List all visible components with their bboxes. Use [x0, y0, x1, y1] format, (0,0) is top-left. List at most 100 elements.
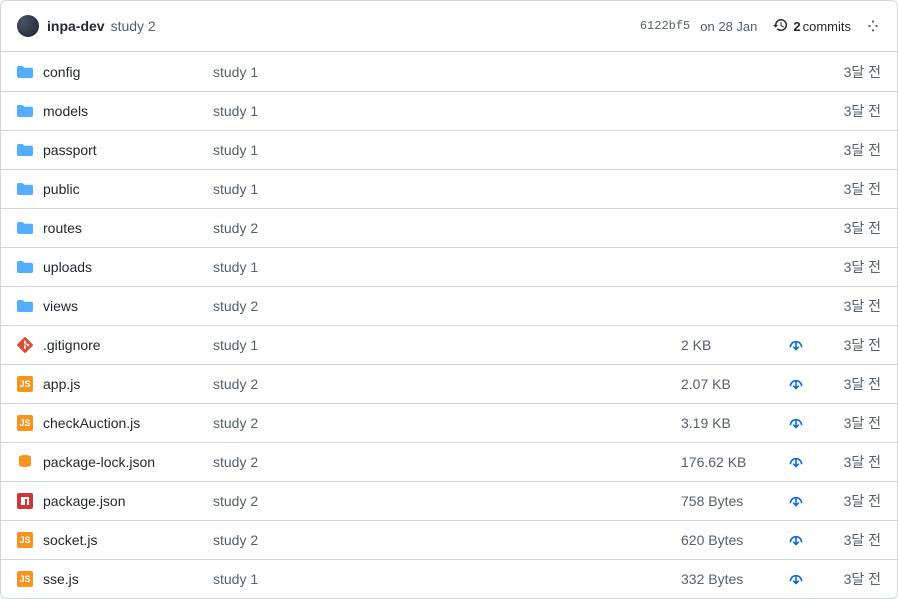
file-time: 3달 전	[821, 62, 881, 82]
file-commit-message[interactable]: study 1	[213, 64, 681, 80]
file-name[interactable]: passport	[43, 142, 213, 158]
file-row: uploadsstudy 1 3달 전	[1, 247, 897, 286]
file-name[interactable]: public	[43, 181, 213, 197]
git-icon	[17, 337, 33, 353]
folder-icon	[17, 64, 33, 80]
file-row: configstudy 1 3달 전	[1, 52, 897, 91]
file-row: modelsstudy 1 3달 전	[1, 91, 897, 130]
file-time: 3달 전	[821, 257, 881, 277]
more-button[interactable]	[865, 19, 881, 33]
file-row: package-lock.jsonstudy 2176.62 KB 3달 전	[1, 442, 897, 481]
file-name[interactable]: models	[43, 103, 213, 119]
file-icon-cell	[17, 103, 43, 119]
download-button[interactable]	[771, 531, 821, 549]
file-icon-cell: JS	[17, 571, 43, 587]
file-row: routesstudy 2 3달 전	[1, 208, 897, 247]
file-name[interactable]: .gitignore	[43, 337, 213, 353]
file-icon-cell	[17, 64, 43, 80]
folder-icon	[17, 298, 33, 314]
author-name[interactable]: inpa-dev	[47, 18, 105, 34]
file-row: JS checkAuction.jsstudy 23.19 KB 3달 전	[1, 403, 897, 442]
commits-count: 2	[793, 19, 800, 34]
file-time: 3달 전	[821, 530, 881, 550]
file-size: 332 Bytes	[681, 571, 771, 587]
file-row: passportstudy 1 3달 전	[1, 130, 897, 169]
file-time: 3달 전	[821, 413, 881, 433]
file-icon-cell	[17, 181, 43, 197]
file-name[interactable]: app.js	[43, 376, 213, 392]
file-commit-message[interactable]: study 1	[213, 181, 681, 197]
file-browser: inpa-dev study 2 6122bf5 on 28 Jan 2 com…	[0, 0, 898, 599]
file-size: 758 Bytes	[681, 493, 771, 509]
file-time: 3달 전	[821, 491, 881, 511]
download-button[interactable]	[771, 453, 821, 471]
file-commit-message[interactable]: study 2	[213, 454, 681, 470]
npm-icon	[17, 493, 33, 509]
file-size: 2 KB	[681, 337, 771, 353]
file-icon-cell	[17, 142, 43, 158]
file-size: 3.19 KB	[681, 415, 771, 431]
commit-header: inpa-dev study 2 6122bf5 on 28 Jan 2 com…	[1, 1, 897, 52]
folder-icon	[17, 220, 33, 236]
commits-label: commits	[803, 19, 851, 34]
file-commit-message[interactable]: study 2	[213, 298, 681, 314]
file-time: 3달 전	[821, 335, 881, 355]
file-name[interactable]: checkAuction.js	[43, 415, 213, 431]
file-commit-message[interactable]: study 1	[213, 571, 681, 587]
js-file-icon: JS	[17, 532, 33, 548]
file-icon-cell	[17, 259, 43, 275]
commit-hash[interactable]: 6122bf5	[640, 19, 690, 33]
file-commit-message[interactable]: study 1	[213, 142, 681, 158]
file-time: 3달 전	[821, 218, 881, 238]
db-icon	[17, 454, 33, 470]
file-commit-message[interactable]: study 2	[213, 493, 681, 509]
file-time: 3달 전	[821, 179, 881, 199]
file-time: 3달 전	[821, 140, 881, 160]
file-row: .gitignorestudy 12 KB 3달 전	[1, 325, 897, 364]
file-time: 3달 전	[821, 452, 881, 472]
file-icon-cell: JS	[17, 532, 43, 548]
file-time: 3달 전	[821, 374, 881, 394]
file-name[interactable]: package.json	[43, 493, 213, 509]
file-icon-cell	[17, 220, 43, 236]
download-button[interactable]	[771, 492, 821, 510]
file-icon-cell	[17, 454, 43, 470]
file-name[interactable]: routes	[43, 220, 213, 236]
commit-message[interactable]: study 2	[111, 18, 156, 34]
file-size: 176.62 KB	[681, 454, 771, 470]
file-row: JSsse.jsstudy 1332 Bytes 3달 전	[1, 559, 897, 598]
file-row: JSapp.jsstudy 22.07 KB3달 전	[1, 364, 897, 403]
download-button[interactable]	[771, 336, 821, 354]
file-name[interactable]: views	[43, 298, 213, 314]
file-name[interactable]: uploads	[43, 259, 213, 275]
history-icon	[773, 17, 789, 36]
avatar[interactable]	[17, 15, 39, 37]
file-time: 3달 전	[821, 296, 881, 316]
folder-icon	[17, 103, 33, 119]
file-time: 3달 전	[821, 101, 881, 121]
folder-icon	[17, 181, 33, 197]
file-name[interactable]: package-lock.json	[43, 454, 213, 470]
file-name[interactable]: socket.js	[43, 532, 213, 548]
commits-link[interactable]: 2 commits	[773, 17, 851, 36]
file-commit-message[interactable]: study 2	[213, 415, 681, 431]
file-commit-message[interactable]: study 2	[213, 532, 681, 548]
file-time: 3달 전	[821, 569, 881, 589]
file-name[interactable]: sse.js	[43, 571, 213, 587]
js-file-icon: JS	[17, 376, 33, 392]
file-name[interactable]: config	[43, 64, 213, 80]
file-commit-message[interactable]: study 2	[213, 220, 681, 236]
js-file-icon: JS	[17, 415, 33, 431]
file-row: JS socket.jsstudy 2620 Bytes 3달 전	[1, 520, 897, 559]
download-button[interactable]	[771, 375, 821, 393]
file-commit-message[interactable]: study 1	[213, 337, 681, 353]
file-icon-cell	[17, 337, 43, 353]
file-size: 620 Bytes	[681, 532, 771, 548]
file-commit-message[interactable]: study 1	[213, 103, 681, 119]
file-row: viewsstudy 2 3달 전	[1, 286, 897, 325]
file-row: package.jsonstudy 2758 Bytes 3달 전	[1, 481, 897, 520]
file-icon-cell	[17, 298, 43, 314]
file-commit-message[interactable]: study 1	[213, 259, 681, 275]
download-button[interactable]	[771, 414, 821, 432]
file-commit-message[interactable]: study 2	[213, 376, 681, 392]
